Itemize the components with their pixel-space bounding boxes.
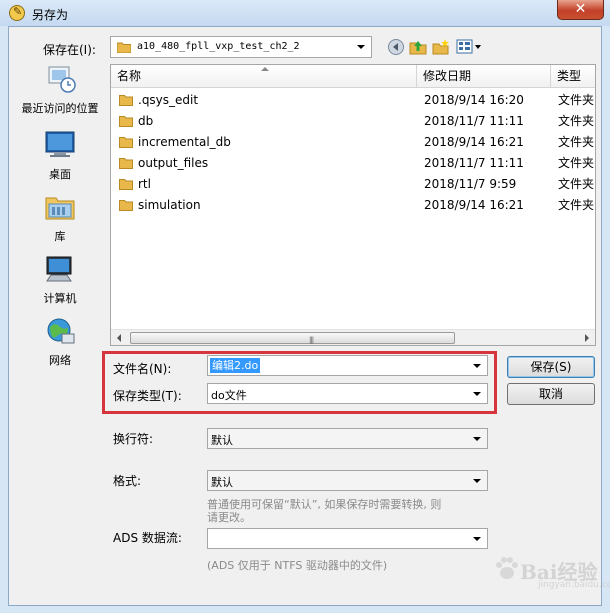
places-bar: 最近访问的位置 桌面 库 计算机 网络 xyxy=(13,62,107,382)
ads-input[interactable] xyxy=(207,528,488,549)
table-row[interactable]: output_files 2018/11/7 11:11 文件夹 xyxy=(111,153,595,174)
grip-icon: ||| xyxy=(309,336,314,344)
library-icon xyxy=(45,197,75,220)
file-date: 2018/11/7 11:11 xyxy=(424,114,524,128)
table-row[interactable]: .qsys_edit 2018/9/14 16:20 文件夹 xyxy=(111,90,595,111)
linebreak-select[interactable]: 默认 xyxy=(207,428,488,449)
chevron-down-icon xyxy=(473,437,481,441)
folder-icon xyxy=(119,200,133,211)
sort-ascending-icon xyxy=(261,67,269,71)
ads-label: ADS 数据流: xyxy=(113,531,182,545)
folder-icon xyxy=(119,95,133,106)
file-name: simulation xyxy=(138,198,201,212)
table-row[interactable]: rtl 2018/11/7 9:59 文件夹 xyxy=(111,174,595,195)
watermark: Bai经验 jingyan.baidu.com xyxy=(490,552,610,592)
linebreak-value: 默认 xyxy=(211,434,233,447)
chevron-down-icon xyxy=(357,45,365,49)
recent-places-icon xyxy=(48,66,76,93)
cancel-button[interactable]: 取消 xyxy=(507,383,595,405)
place-label-network: 网络 xyxy=(49,354,71,367)
file-date: 2018/9/14 16:21 xyxy=(424,198,524,212)
format-select[interactable]: 默认 xyxy=(207,470,488,491)
place-label-computer: 计算机 xyxy=(43,292,77,305)
horizontal-scrollbar[interactable]: ||| xyxy=(111,329,595,345)
computer-icon xyxy=(46,256,72,282)
format-value: 默认 xyxy=(211,476,233,489)
place-library[interactable]: 库 xyxy=(13,192,107,244)
file-list[interactable]: 名称 修改日期 类型 .qsys_edit 2018/9/14 16:20 文件夹 d… xyxy=(110,64,596,346)
folder-icon xyxy=(119,179,133,190)
place-computer[interactable]: 计算机 xyxy=(13,254,107,306)
close-button[interactable]: ✕ xyxy=(557,0,604,20)
filename-input[interactable]: 编辑2.do xyxy=(207,355,488,376)
window-title: 另存为 xyxy=(32,8,69,22)
file-type: 文件夹 xyxy=(558,156,595,170)
file-name: db xyxy=(138,114,154,128)
filename-label: 文件名(N): xyxy=(113,362,172,376)
save-button[interactable]: 保存(S) xyxy=(507,356,595,378)
file-date: 2018/11/7 9:59 xyxy=(424,177,517,191)
chevron-down-icon[interactable] xyxy=(473,364,481,368)
format-label: 格式: xyxy=(113,474,142,488)
file-date: 2018/9/14 16:20 xyxy=(424,93,524,107)
list-header: 名称 修改日期 类型 xyxy=(111,65,595,88)
file-type: 文件夹 xyxy=(558,135,595,149)
chevron-down-icon[interactable] xyxy=(473,537,481,541)
title-bar: ✎ 另存为 ✕ xyxy=(0,0,610,26)
place-label-recent: 最近访问的位置 xyxy=(21,102,99,115)
view-menu-icon[interactable] xyxy=(456,38,482,56)
file-type: 文件夹 xyxy=(558,114,595,128)
column-header-date[interactable]: 修改日期 xyxy=(417,65,551,87)
ads-hint: (ADS 仅用于 NTFS 驱动器中的文件) xyxy=(207,559,388,572)
folder-icon xyxy=(117,42,131,53)
folder-icon xyxy=(119,137,133,148)
file-name: .qsys_edit xyxy=(138,93,199,107)
scroll-left-icon[interactable] xyxy=(117,334,121,342)
filetype-select[interactable]: do文件 xyxy=(207,383,488,404)
chevron-down-icon xyxy=(473,392,481,396)
scrollbar-thumb[interactable]: ||| xyxy=(130,332,455,344)
filetype-value: do文件 xyxy=(211,389,247,402)
chevron-down-icon xyxy=(473,479,481,483)
place-label-library: 库 xyxy=(54,230,66,243)
back-icon[interactable] xyxy=(387,38,405,56)
watermark-subtext: jingyan.baidu.com xyxy=(538,580,610,590)
app-icon: ✎ xyxy=(9,5,25,21)
close-icon: ✕ xyxy=(574,1,587,17)
file-name: output_files xyxy=(138,156,209,170)
file-type: 文件夹 xyxy=(558,198,595,212)
file-date: 2018/9/14 16:21 xyxy=(424,135,524,149)
linebreak-label: 换行符: xyxy=(113,432,154,446)
save-in-path: a10_480_fpll_vxp_test_ch2_2 xyxy=(137,41,300,52)
table-row[interactable]: db 2018/11/7 11:11 文件夹 xyxy=(111,111,595,132)
filetype-label: 保存类型(T): xyxy=(113,389,182,403)
file-name: incremental_db xyxy=(138,135,231,149)
folder-icon xyxy=(119,158,133,169)
scroll-right-icon[interactable] xyxy=(585,334,589,342)
place-label-desktop: 桌面 xyxy=(49,168,71,181)
file-name: rtl xyxy=(138,177,151,191)
place-network[interactable]: 网络 xyxy=(13,316,107,368)
place-desktop[interactable]: 桌面 xyxy=(13,130,107,182)
format-hint-line2: 请更改。 xyxy=(207,511,251,524)
filename-value: 编辑2.do xyxy=(210,358,261,373)
table-row[interactable]: incremental_db 2018/9/14 16:21 文件夹 xyxy=(111,132,595,153)
save-in-dropdown[interactable]: a10_480_fpll_vxp_test_ch2_2 xyxy=(110,36,372,58)
folder-icon xyxy=(119,116,133,127)
save-in-label: 保存在(I): xyxy=(43,43,96,57)
new-folder-icon[interactable] xyxy=(432,38,450,56)
file-date: 2018/11/7 11:11 xyxy=(424,156,524,170)
table-row[interactable]: simulation 2018/9/14 16:21 文件夹 xyxy=(111,195,595,216)
file-type: 文件夹 xyxy=(558,177,595,191)
column-header-type[interactable]: 类型 xyxy=(551,65,595,87)
file-type: 文件夹 xyxy=(558,93,595,107)
desktop-icon xyxy=(45,131,75,157)
place-recent[interactable]: 最近访问的位置 xyxy=(13,64,107,116)
network-icon xyxy=(47,318,75,344)
up-folder-icon[interactable] xyxy=(409,38,427,56)
paw-logo-icon xyxy=(496,557,518,579)
